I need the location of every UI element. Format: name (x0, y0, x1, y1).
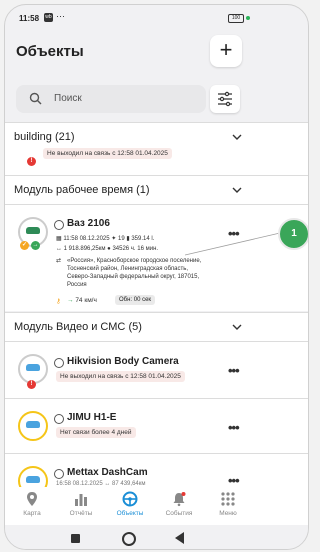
filter-sliders-icon (218, 91, 232, 107)
callout-marker: 1 (278, 218, 308, 250)
online-status-icon (54, 469, 64, 479)
group-label: Модуль рабочее время (1) (14, 184, 150, 196)
tab-objects[interactable]: Объекты (105, 491, 155, 517)
address-text: «Россия», Красноборское городское поселе… (67, 258, 202, 288)
group-label: Модуль Видео и СМС (5) (14, 321, 142, 333)
warning-badge-icon: ! (27, 157, 36, 166)
search-icon (29, 92, 42, 110)
online-status-icon (54, 220, 64, 230)
object-card-mettax[interactable]: Mettax DashCam 16:58 08.12.2025 ↔ 87 439… (5, 454, 308, 487)
key-icon: ⚷ (56, 298, 61, 305)
status-tag: Нет связи более 4 дней (56, 427, 136, 438)
object-name: Hikvision Body Camera (67, 356, 179, 367)
car-icon (26, 421, 40, 428)
odometer-row: ↔ 1 918.896,25км ● 34526 ч. 16 мин. (56, 246, 159, 252)
filter-button[interactable] (210, 85, 240, 113)
tab-map[interactable]: Карта (7, 491, 57, 517)
datetime-row: ▦ 11:58 08.12.2025 ✦ 19 ▮ 359.14 l. (56, 236, 155, 242)
odometer-icon: ↔ (56, 246, 62, 252)
steering-wheel-icon (122, 491, 138, 507)
group-building[interactable]: building (21) (5, 123, 308, 151)
object-name: Mettax DashCam (67, 467, 148, 478)
tab-menu[interactable]: Меню (203, 491, 253, 517)
bell-icon (173, 492, 186, 507)
status-bar: 11:58 wb ··· 100 (5, 5, 308, 31)
warning-badge-icon: ! (27, 380, 36, 389)
online-status-icon (54, 358, 64, 368)
search-input[interactable]: Поиск (16, 85, 206, 113)
grid-icon (221, 492, 235, 506)
group-label: building (21) (14, 131, 75, 143)
chevron-down-icon (232, 187, 242, 193)
tab-events[interactable]: События (154, 491, 204, 517)
satellite-icon: ✦ (111, 236, 117, 242)
status-dot-icon (246, 16, 250, 20)
key-badge-icon: ✓ (20, 241, 29, 250)
map-pin-icon (27, 492, 37, 506)
object-name: JIMU H1-E (67, 412, 117, 423)
back-button[interactable] (175, 532, 184, 544)
recents-button[interactable] (71, 534, 80, 543)
update-tag: Обн: 00 сек (115, 295, 156, 305)
chevron-down-icon (232, 134, 242, 140)
group-work-time[interactable]: Модуль рабочее время (1) (5, 176, 308, 204)
bottom-tab-bar: Карта Отчёты Объекты События Меню (5, 487, 308, 525)
more-menu-button[interactable]: ••• (228, 420, 240, 435)
engine-hours-icon: ● (107, 246, 111, 252)
status-dots: ··· (56, 11, 65, 21)
object-card-jimu[interactable]: JIMU H1-E Нет связи более 4 дней ••• (5, 399, 308, 453)
object-name: Ваз 2106 (67, 218, 110, 229)
app-badge-icon: wb (44, 13, 53, 22)
tab-reports[interactable]: Отчёты (56, 491, 106, 517)
more-menu-button[interactable]: ••• (228, 473, 240, 487)
add-object-button[interactable]: + (210, 35, 242, 67)
system-nav-bar (5, 525, 308, 549)
object-card-hikvision[interactable]: ! Hikvision Body Camera Не выходил на св… (5, 342, 308, 398)
status-tag: Не выходил на связь с 12:58 01.04.2025 (43, 148, 172, 159)
car-icon (26, 364, 40, 371)
page-title: Объекты (16, 43, 84, 60)
vehicle-avatar (18, 466, 48, 487)
car-icon (26, 476, 40, 483)
more-menu-button[interactable]: ••• (228, 363, 240, 378)
calendar-icon: ▦ (56, 236, 62, 242)
chevron-down-icon (232, 324, 242, 330)
speed-value: → 74 км/ч (67, 297, 97, 304)
vehicle-avatar (18, 411, 48, 441)
phone-frame: 11:58 wb ··· 100 Объекты + Поиск buildin… (4, 4, 309, 550)
object-card-partial[interactable]: ! Не выходил на связь с 12:58 01.04.2025 (5, 148, 308, 175)
online-status-icon (54, 414, 64, 424)
home-button[interactable] (122, 532, 136, 546)
bar-chart-icon (75, 494, 87, 506)
status-tag: Не выходил на связь с 12:58 01.04.2025 (56, 371, 185, 382)
search-placeholder: Поиск (54, 93, 82, 104)
arrow-right-icon: → (67, 297, 74, 304)
status-time: 11:58 (19, 14, 40, 23)
car-icon (26, 227, 40, 234)
address-icon: ⇄ (56, 258, 62, 264)
callout-line (185, 232, 281, 256)
moving-badge-icon: → (31, 241, 40, 250)
group-video-sms[interactable]: Модуль Видео и СМС (5) (5, 313, 308, 341)
battery-icon: 100 (228, 14, 244, 23)
fuel-icon: ▮ (126, 236, 130, 242)
